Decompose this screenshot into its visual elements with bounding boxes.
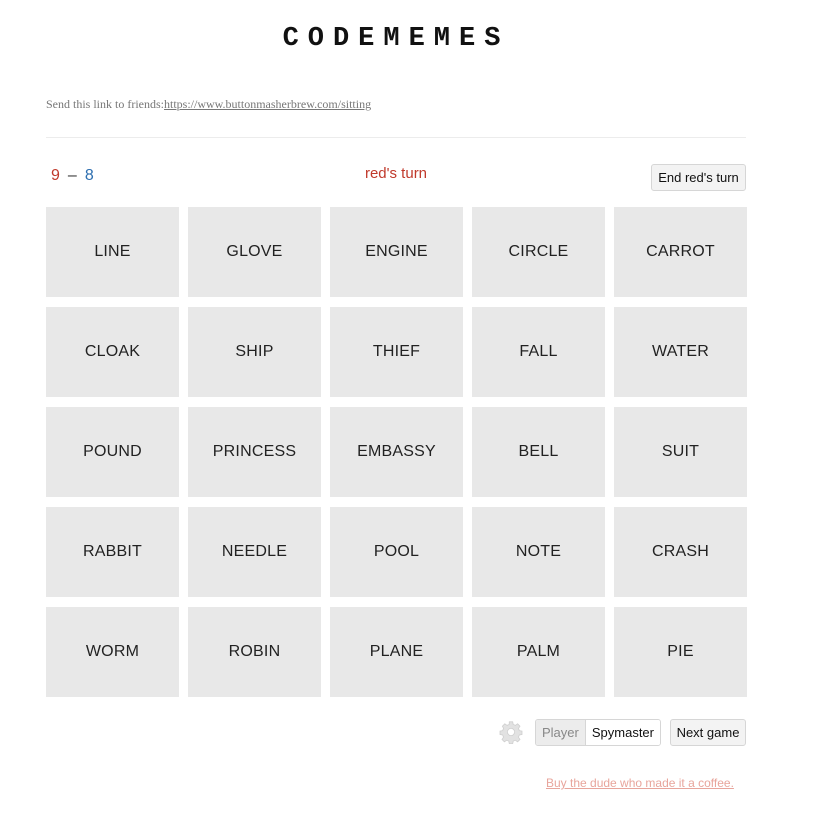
next-game-button[interactable]: Next game (670, 719, 746, 746)
word-card[interactable]: RABBIT (46, 507, 179, 597)
player-toggle-button[interactable]: Player (536, 720, 586, 745)
word-card[interactable]: PALM (472, 607, 605, 697)
red-score: 9 (51, 167, 60, 184)
gear-icon[interactable] (499, 720, 523, 745)
word-card[interactable]: THIEF (330, 307, 463, 397)
word-card[interactable]: CARROT (614, 207, 747, 297)
word-card[interactable]: PIE (614, 607, 747, 697)
blue-score: 8 (84, 167, 94, 184)
word-card[interactable]: POUND (46, 407, 179, 497)
word-card[interactable]: NOTE (472, 507, 605, 597)
word-card[interactable]: CLOAK (46, 307, 179, 397)
score-separator: – (67, 167, 77, 184)
word-card[interactable]: LINE (46, 207, 179, 297)
word-card[interactable]: WATER (614, 307, 747, 397)
word-card[interactable]: NEEDLE (188, 507, 321, 597)
divider (46, 137, 746, 138)
word-card[interactable]: CIRCLE (472, 207, 605, 297)
word-card[interactable]: POOL (330, 507, 463, 597)
spymaster-toggle-button[interactable]: Spymaster (585, 720, 660, 745)
app-title: CODEMEMES (282, 24, 510, 54)
word-card[interactable]: ENGINE (330, 207, 463, 297)
word-board: LINE GLOVE ENGINE CIRCLE CARROT CLOAK SH… (46, 207, 747, 697)
word-card[interactable]: CRASH (614, 507, 747, 597)
end-turn-button[interactable]: End red's turn (651, 164, 746, 191)
word-card[interactable]: ROBIN (188, 607, 321, 697)
word-card[interactable]: GLOVE (188, 207, 321, 297)
share-prefix: Send this link to friends: (46, 97, 164, 111)
turn-indicator: red's turn (364, 165, 428, 182)
word-card[interactable]: WORM (46, 607, 179, 697)
word-card[interactable]: BELL (472, 407, 605, 497)
scoreboard: 9–8 (51, 167, 94, 185)
share-link[interactable]: https://www.buttonmasherbrew.com/sitting (164, 97, 371, 111)
word-card[interactable]: SHIP (188, 307, 321, 397)
word-card[interactable]: PLANE (330, 607, 463, 697)
coffee-link[interactable]: Buy the dude who made it a coffee. (546, 776, 734, 790)
share-link-row: Send this link to friends:https://www.bu… (46, 97, 371, 112)
word-card[interactable]: SUIT (614, 407, 747, 497)
word-card[interactable]: PRINCESS (188, 407, 321, 497)
word-card[interactable]: EMBASSY (330, 407, 463, 497)
word-card[interactable]: FALL (472, 307, 605, 397)
role-toggle: Player Spymaster (535, 719, 661, 746)
